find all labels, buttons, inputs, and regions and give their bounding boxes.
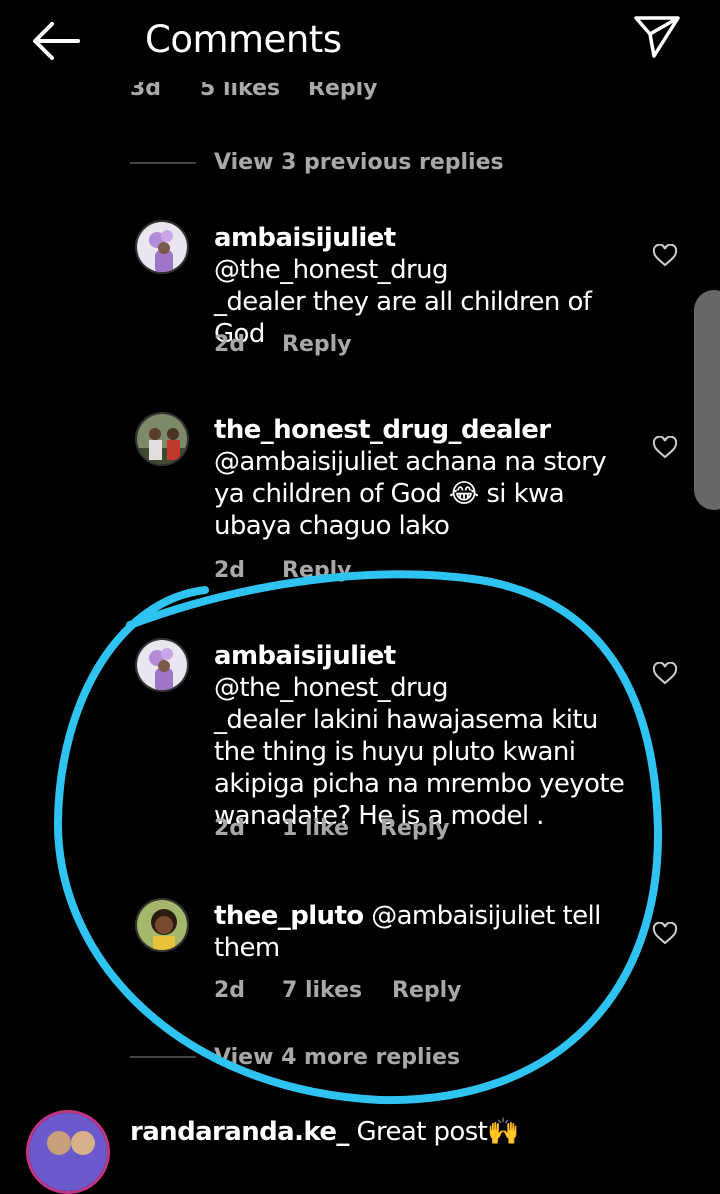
avatar[interactable]	[135, 898, 189, 952]
heart-icon[interactable]	[652, 922, 678, 946]
avatar[interactable]	[135, 220, 189, 274]
scrollbar[interactable]	[694, 290, 720, 510]
paper-plane-icon[interactable]	[632, 14, 682, 60]
reply-button[interactable]: Reply	[282, 332, 352, 357]
comment-body: @ambaisijuliet achana na story ya childr…	[214, 447, 607, 541]
username[interactable]: ambaisijuliet	[214, 641, 396, 671]
heart-icon[interactable]	[652, 244, 678, 268]
app-header: Comments	[0, 0, 720, 82]
comment-text: randaranda.ke_ Great post🙌	[130, 1116, 670, 1148]
heart-icon[interactable]	[652, 436, 678, 460]
previous-comment-meta: 3d 5 likes Reply	[0, 78, 720, 108]
comment-text: thee_pluto @ambaisijuliet tell them	[214, 900, 634, 964]
comment-text: the_honest_drug_dealer @ambaisijuliet ac…	[214, 414, 634, 542]
heart-icon[interactable]	[652, 662, 678, 686]
comment-body: @the_honest_drug _dealer lakini hawajase…	[214, 673, 625, 831]
reply-button[interactable]: Reply	[380, 816, 450, 841]
comment-age: 2d	[214, 816, 246, 841]
divider	[130, 1056, 196, 1058]
comment-body: @the_honest_drug _dealer they are all ch…	[214, 255, 592, 349]
comment-age: 2d	[214, 332, 246, 357]
reply-button[interactable]: Reply	[392, 978, 462, 1003]
like-count[interactable]: 1 like	[282, 816, 349, 841]
avatar[interactable]	[26, 1110, 110, 1194]
username[interactable]: the_honest_drug_dealer	[214, 415, 551, 445]
arrow-left-icon[interactable]	[30, 20, 82, 62]
avatar[interactable]	[135, 638, 189, 692]
page-title: Comments	[145, 18, 342, 61]
reply-button[interactable]: Reply	[282, 558, 352, 583]
comment-text: ambaisijuliet @the_honest_drug _dealer t…	[214, 222, 634, 350]
username[interactable]: randaranda.ke_	[130, 1117, 349, 1147]
view-previous-replies-link[interactable]: View 3 previous replies	[214, 150, 504, 175]
comment-age: 2d	[214, 558, 246, 583]
comment-age: 2d	[214, 978, 246, 1003]
avatar[interactable]	[135, 412, 189, 466]
like-count[interactable]: 7 likes	[282, 978, 362, 1003]
username[interactable]: thee_pluto	[214, 901, 364, 931]
username[interactable]: ambaisijuliet	[214, 223, 396, 253]
view-more-replies-link[interactable]: View 4 more replies	[214, 1045, 460, 1070]
comment-text: ambaisijuliet @the_honest_drug _dealer l…	[214, 640, 634, 832]
comment-body: Great post🙌	[348, 1117, 520, 1147]
divider	[130, 162, 196, 164]
